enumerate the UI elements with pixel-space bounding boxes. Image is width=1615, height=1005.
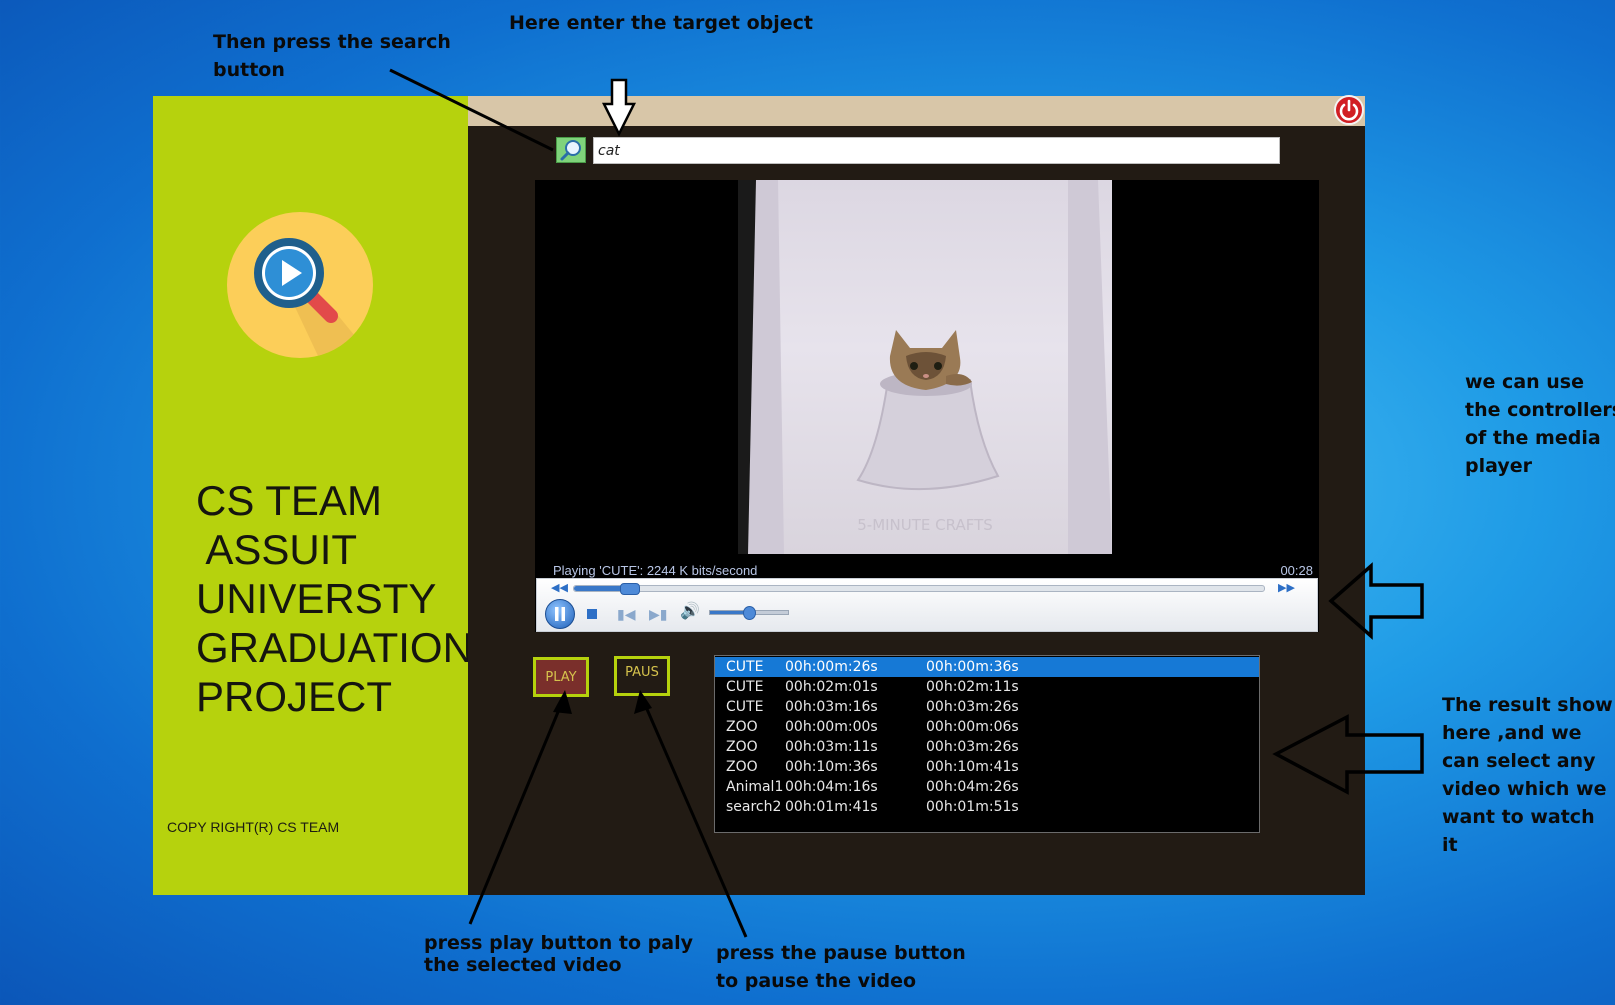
annotation-arrows xyxy=(389,68,1424,938)
play-pointer-head xyxy=(553,690,572,714)
search-pointer-line xyxy=(389,68,554,152)
search-input-arrow xyxy=(601,78,637,137)
pause-pointer-head xyxy=(634,690,652,714)
controls-arrow xyxy=(1328,562,1424,640)
results-arrow xyxy=(1272,714,1424,795)
play-pointer-line xyxy=(468,699,565,925)
pause-pointer-line xyxy=(641,699,748,938)
